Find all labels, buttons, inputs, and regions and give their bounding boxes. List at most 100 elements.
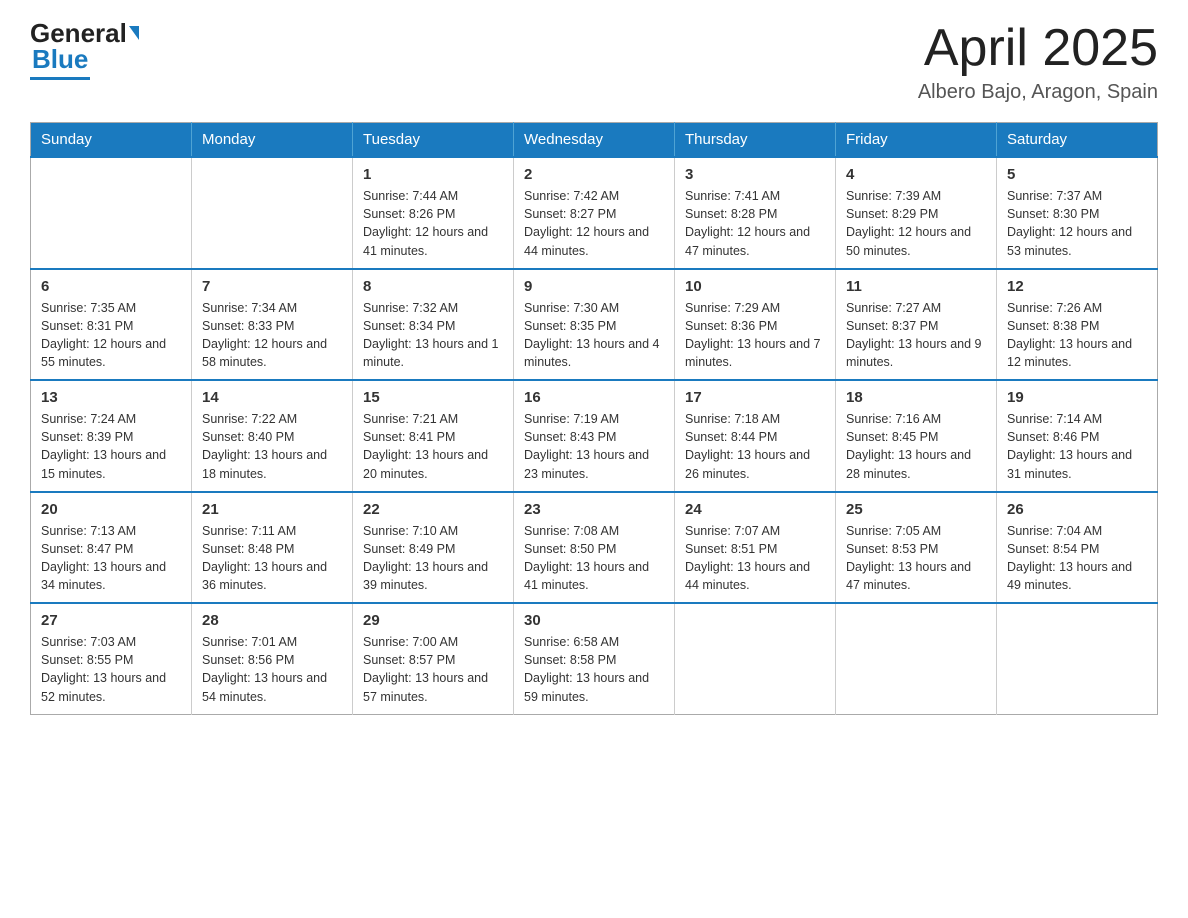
calendar-week-row: 1 Sunrise: 7:44 AM Sunset: 8:26 PM Daylig… (31, 157, 1158, 269)
day-number: 13 (41, 389, 181, 406)
calendar-cell (192, 157, 353, 269)
logo-triangle-icon (129, 26, 139, 40)
day-info: Sunrise: 7:19 AM Sunset: 8:43 PM Dayligh… (524, 410, 664, 483)
day-number: 8 (363, 278, 503, 295)
calendar-cell (675, 603, 836, 714)
calendar-cell: 19 Sunrise: 7:14 AM Sunset: 8:46 PM Dayli… (997, 380, 1158, 492)
calendar-week-row: 6 Sunrise: 7:35 AM Sunset: 8:31 PM Daylig… (31, 269, 1158, 381)
day-info: Sunrise: 7:18 AM Sunset: 8:44 PM Dayligh… (685, 410, 825, 483)
day-number: 25 (846, 501, 986, 518)
calendar-header-day: Thursday (675, 123, 836, 158)
day-info: Sunrise: 7:14 AM Sunset: 8:46 PM Dayligh… (1007, 410, 1147, 483)
logo-underline (30, 77, 90, 80)
calendar-cell (31, 157, 192, 269)
day-number: 27 (41, 612, 181, 629)
calendar-cell: 1 Sunrise: 7:44 AM Sunset: 8:26 PM Daylig… (353, 157, 514, 269)
logo-blue-text: Blue (32, 44, 88, 75)
calendar-cell: 13 Sunrise: 7:24 AM Sunset: 8:39 PM Dayli… (31, 380, 192, 492)
day-number: 6 (41, 278, 181, 295)
day-number: 3 (685, 166, 825, 183)
day-number: 26 (1007, 501, 1147, 518)
calendar-cell: 20 Sunrise: 7:13 AM Sunset: 8:47 PM Dayli… (31, 492, 192, 604)
calendar-cell: 23Sunrise: 7:08 AM Sunset: 8:50 PM Dayli… (514, 492, 675, 604)
day-number: 4 (846, 166, 986, 183)
calendar-cell: 24 Sunrise: 7:07 AM Sunset: 8:51 PM Dayli… (675, 492, 836, 604)
calendar-cell: 12Sunrise: 7:26 AM Sunset: 8:38 PM Dayli… (997, 269, 1158, 381)
calendar-week-row: 20 Sunrise: 7:13 AM Sunset: 8:47 PM Dayli… (31, 492, 1158, 604)
day-number: 28 (202, 612, 342, 629)
day-info: Sunrise: 7:29 AM Sunset: 8:36 PM Dayligh… (685, 299, 825, 372)
day-number: 29 (363, 612, 503, 629)
day-number: 20 (41, 501, 181, 518)
day-number: 21 (202, 501, 342, 518)
day-number: 11 (846, 278, 986, 295)
day-number: 10 (685, 278, 825, 295)
day-info: Sunrise: 7:22 AM Sunset: 8:40 PM Dayligh… (202, 410, 342, 483)
day-info: Sunrise: 7:44 AM Sunset: 8:26 PM Dayligh… (363, 187, 503, 260)
calendar-header-day: Tuesday (353, 123, 514, 158)
calendar-title: April 2025 (918, 20, 1158, 77)
day-info: Sunrise: 7:35 AM Sunset: 8:31 PM Dayligh… (41, 299, 181, 372)
day-info: Sunrise: 7:01 AM Sunset: 8:56 PM Dayligh… (202, 633, 342, 706)
calendar-header-day: Sunday (31, 123, 192, 158)
calendar-cell: 27 Sunrise: 7:03 AM Sunset: 8:55 PM Dayli… (31, 603, 192, 714)
day-number: 5 (1007, 166, 1147, 183)
calendar-table: SundayMondayTuesdayWednesdayThursdayFrid… (30, 122, 1158, 715)
day-number: 12 (1007, 278, 1147, 295)
day-number: 30 (524, 612, 664, 629)
day-number: 9 (524, 278, 664, 295)
day-info: Sunrise: 7:16 AM Sunset: 8:45 PM Dayligh… (846, 410, 986, 483)
calendar-cell: 15 Sunrise: 7:21 AM Sunset: 8:41 PM Dayli… (353, 380, 514, 492)
day-info: Sunrise: 7:27 AM Sunset: 8:37 PM Dayligh… (846, 299, 986, 372)
calendar-cell: 3 Sunrise: 7:41 AM Sunset: 8:28 PM Daylig… (675, 157, 836, 269)
calendar-cell: 29 Sunrise: 7:00 AM Sunset: 8:57 PM Dayli… (353, 603, 514, 714)
calendar-cell: 16 Sunrise: 7:19 AM Sunset: 8:43 PM Dayli… (514, 380, 675, 492)
logo: General Blue (30, 20, 141, 80)
day-info: Sunrise: 7:05 AM Sunset: 8:53 PM Dayligh… (846, 522, 986, 595)
day-info: Sunrise: 7:04 AM Sunset: 8:54 PM Dayligh… (1007, 522, 1147, 595)
calendar-header-day: Wednesday (514, 123, 675, 158)
day-info: Sunrise: 7:03 AM Sunset: 8:55 PM Dayligh… (41, 633, 181, 706)
day-info: Sunrise: 7:42 AM Sunset: 8:27 PM Dayligh… (524, 187, 664, 260)
day-number: 16 (524, 389, 664, 406)
day-number: 18 (846, 389, 986, 406)
day-info: Sunrise: 7:39 AM Sunset: 8:29 PM Dayligh… (846, 187, 986, 260)
calendar-cell: 2Sunrise: 7:42 AM Sunset: 8:27 PM Daylig… (514, 157, 675, 269)
calendar-cell: 8 Sunrise: 7:32 AM Sunset: 8:34 PM Daylig… (353, 269, 514, 381)
calendar-header-row: SundayMondayTuesdayWednesdayThursdayFrid… (31, 123, 1158, 158)
calendar-header-day: Saturday (997, 123, 1158, 158)
day-number: 15 (363, 389, 503, 406)
day-info: Sunrise: 6:58 AM Sunset: 8:58 PM Dayligh… (524, 633, 664, 706)
calendar-week-row: 13 Sunrise: 7:24 AM Sunset: 8:39 PM Dayli… (31, 380, 1158, 492)
calendar-cell: 28 Sunrise: 7:01 AM Sunset: 8:56 PM Dayli… (192, 603, 353, 714)
day-number: 17 (685, 389, 825, 406)
calendar-cell: 25 Sunrise: 7:05 AM Sunset: 8:53 PM Dayli… (836, 492, 997, 604)
day-info: Sunrise: 7:41 AM Sunset: 8:28 PM Dayligh… (685, 187, 825, 260)
day-info: Sunrise: 7:32 AM Sunset: 8:34 PM Dayligh… (363, 299, 503, 372)
calendar-header-day: Monday (192, 123, 353, 158)
calendar-cell: 11 Sunrise: 7:27 AM Sunset: 8:37 PM Dayli… (836, 269, 997, 381)
day-number: 7 (202, 278, 342, 295)
day-info: Sunrise: 7:00 AM Sunset: 8:57 PM Dayligh… (363, 633, 503, 706)
day-info: Sunrise: 7:24 AM Sunset: 8:39 PM Dayligh… (41, 410, 181, 483)
calendar-cell (836, 603, 997, 714)
calendar-cell (997, 603, 1158, 714)
calendar-cell: 5 Sunrise: 7:37 AM Sunset: 8:30 PM Daylig… (997, 157, 1158, 269)
day-info: Sunrise: 7:11 AM Sunset: 8:48 PM Dayligh… (202, 522, 342, 595)
day-info: Sunrise: 7:21 AM Sunset: 8:41 PM Dayligh… (363, 410, 503, 483)
day-number: 19 (1007, 389, 1147, 406)
logo-general-text: General (30, 20, 127, 46)
day-number: 24 (685, 501, 825, 518)
day-info: Sunrise: 7:13 AM Sunset: 8:47 PM Dayligh… (41, 522, 181, 595)
day-number: 22 (363, 501, 503, 518)
day-info: Sunrise: 7:07 AM Sunset: 8:51 PM Dayligh… (685, 522, 825, 595)
calendar-cell: 7Sunrise: 7:34 AM Sunset: 8:33 PM Daylig… (192, 269, 353, 381)
calendar-cell: 10 Sunrise: 7:29 AM Sunset: 8:36 PM Dayli… (675, 269, 836, 381)
day-number: 1 (363, 166, 503, 183)
day-number: 14 (202, 389, 342, 406)
day-info: Sunrise: 7:37 AM Sunset: 8:30 PM Dayligh… (1007, 187, 1147, 260)
calendar-cell: 9Sunrise: 7:30 AM Sunset: 8:35 PM Daylig… (514, 269, 675, 381)
day-number: 23 (524, 501, 664, 518)
calendar-cell: 30 Sunrise: 6:58 AM Sunset: 8:58 PM Dayli… (514, 603, 675, 714)
calendar-location: Albero Bajo, Aragon, Spain (918, 81, 1158, 104)
